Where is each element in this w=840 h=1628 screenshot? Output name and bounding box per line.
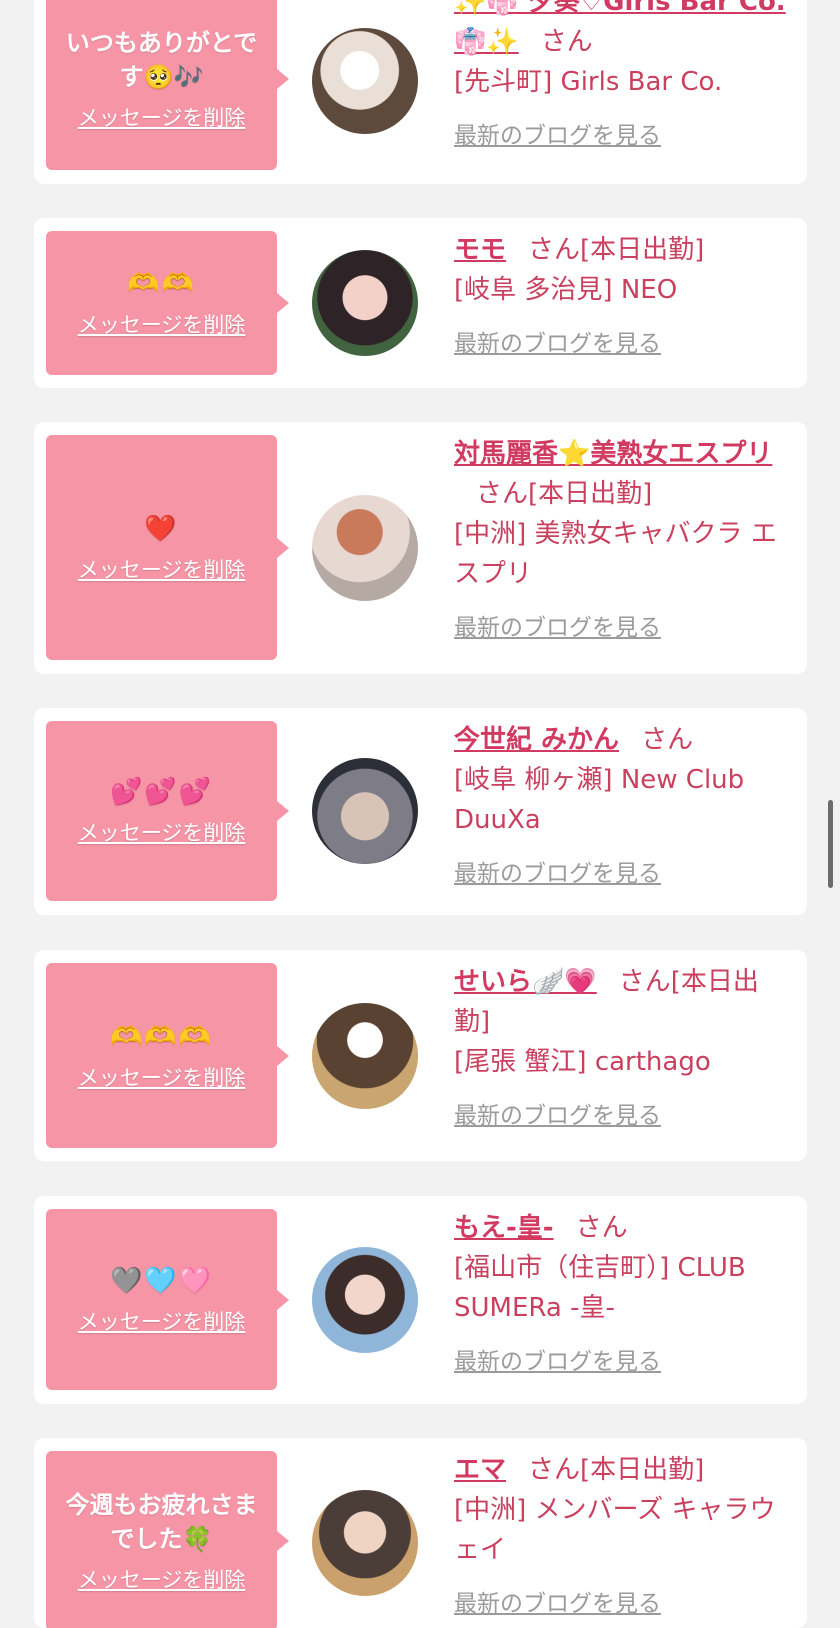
cast-name-link[interactable]: もえ-皇- — [454, 1213, 554, 1243]
message-bubble: ❤️ メッセージを削除 — [46, 435, 289, 660]
message-card: 今週もお疲れさまでした🍀 メッセージを削除 エマ さん[本日出勤] [中洲] メン… — [34, 1438, 807, 1628]
message-card: 🫶🫶🫶 メッセージを削除 せいら🪽💗 さん[本日出勤] [尾張 蟹江] carth… — [34, 950, 807, 1161]
avatar[interactable] — [312, 1003, 418, 1109]
honorific: さん — [540, 27, 593, 57]
delete-message-link[interactable]: メッセージを削除 — [78, 817, 246, 847]
cast-info: もえ-皇- さん [福山市（住吉町）] CLUB SUMERa -皇- 最新のブロ… — [454, 1208, 794, 1382]
shop-name: [中洲] メンバーズ キャラウェイ — [454, 1495, 776, 1565]
avatar[interactable] — [312, 758, 418, 864]
message-text: 💕💕💕 — [109, 777, 214, 807]
cast-name-link[interactable]: ✨👘 夕葵♡Girls Bar Co.👘✨ — [454, 0, 786, 57]
honorific: さん — [618, 967, 671, 997]
cast-name-link[interactable]: せいら🪽💗 — [454, 967, 597, 997]
honorific: さん — [476, 479, 529, 509]
delete-message-link[interactable]: メッセージを削除 — [78, 102, 246, 132]
shop-name: [中洲] 美熟女キャバクラ エスプリ — [454, 519, 777, 589]
cast-info: 対馬麗香⭐美熟女エスプリさん[本日出勤] [中洲] 美熟女キャバクラ エスプリ … — [454, 434, 794, 648]
honorific: さん — [528, 1455, 581, 1485]
latest-blog-link[interactable]: 最新のブログを見る — [454, 608, 661, 648]
latest-blog-link[interactable]: 最新のブログを見る — [454, 854, 661, 894]
message-bubble: いつもありがとです🥺🎶 メッセージを削除 — [46, 0, 289, 170]
message-text: 今週もお疲れさまでした🍀 — [65, 1491, 258, 1553]
cast-info: モモ さん[本日出勤] [岐阜 多治見] NEO 最新のブログを見る — [454, 230, 794, 364]
cast-info: エマ さん[本日出勤] [中洲] メンバーズ キャラウェイ 最新のブログを見る — [454, 1450, 794, 1624]
message-bubble: 🫶🫶 メッセージを削除 — [46, 231, 289, 375]
message-bubble: 🩶🩵🩷 メッセージを削除 — [46, 1209, 289, 1390]
latest-blog-link[interactable]: 最新のブログを見る — [454, 324, 661, 364]
honorific: さん — [528, 235, 581, 265]
avatar[interactable] — [312, 1247, 418, 1353]
cast-name-link[interactable]: モモ — [454, 235, 506, 265]
shop-name: [尾張 蟹江] carthago — [454, 1047, 711, 1077]
latest-blog-link[interactable]: 最新のブログを見る — [454, 1096, 661, 1136]
delete-message-link[interactable]: メッセージを削除 — [78, 1062, 246, 1092]
cast-name-link[interactable]: エマ — [454, 1455, 506, 1485]
message-card: いつもありがとです🥺🎶 メッセージを削除 ✨👘 夕葵♡Girls Bar Co.… — [34, 0, 807, 184]
shop-name: [先斗町] Girls Bar Co. — [454, 67, 723, 97]
attendance-status: [本日出勤] — [580, 1455, 705, 1485]
message-card: ❤️ メッセージを削除 対馬麗香⭐美熟女エスプリさん[本日出勤] [中洲] 美熟… — [34, 422, 807, 674]
message-bubble: 今週もお疲れさまでした🍀 メッセージを削除 — [46, 1451, 289, 1628]
delete-message-link[interactable]: メッセージを削除 — [78, 1564, 246, 1594]
message-card: 🩶🩵🩷 メッセージを削除 もえ-皇- さん [福山市（住吉町）] CLUB SUM… — [34, 1196, 807, 1404]
avatar[interactable] — [312, 495, 418, 601]
message-card: 💕💕💕 メッセージを削除 今世紀 みかん さん [岐阜 柳ヶ瀬] New Club… — [34, 708, 807, 915]
cast-info: 今世紀 みかん さん [岐阜 柳ヶ瀬] New Club DuuXa 最新のブログ… — [454, 720, 794, 894]
cast-info: ✨👘 夕葵♡Girls Bar Co.👘✨ さん [先斗町] Girls Bar … — [454, 0, 794, 156]
shop-name: [岐阜 柳ヶ瀬] New Club DuuXa — [454, 765, 745, 835]
message-text: 🩶🩵🩷 — [109, 1265, 214, 1296]
avatar[interactable] — [312, 250, 418, 356]
latest-blog-link[interactable]: 最新のブログを見る — [454, 1342, 661, 1382]
latest-blog-link[interactable]: 最新のブログを見る — [454, 116, 661, 156]
avatar[interactable] — [312, 1490, 418, 1596]
message-bubble: 🫶🫶🫶 メッセージを削除 — [46, 963, 289, 1148]
shop-name: [岐阜 多治見] NEO — [454, 275, 678, 305]
message-card: 🫶🫶 メッセージを削除 モモ さん[本日出勤] [岐阜 多治見] NEO 最新のブ… — [34, 218, 807, 388]
honorific: さん — [641, 725, 694, 755]
cast-name-link[interactable]: 対馬麗香⭐美熟女エスプリ — [454, 439, 772, 469]
message-text: ❤️ — [144, 513, 179, 544]
delete-message-link[interactable]: メッセージを削除 — [78, 554, 246, 584]
shop-name: [福山市（住吉町）] CLUB SUMERa -皇- — [454, 1253, 746, 1323]
message-text: 🫶🫶 — [127, 269, 196, 299]
attendance-status: [本日出勤] — [580, 235, 705, 265]
message-text: いつもありがとです🥺🎶 — [65, 29, 258, 91]
latest-blog-link[interactable]: 最新のブログを見る — [454, 1584, 661, 1624]
attendance-status: [本日出勤] — [528, 479, 653, 509]
cast-name-link[interactable]: 今世紀 みかん — [454, 725, 619, 755]
avatar[interactable] — [312, 28, 418, 134]
message-text: 🫶🫶🫶 — [109, 1021, 214, 1052]
cast-info: せいら🪽💗 さん[本日出勤] [尾張 蟹江] carthago 最新のブログを見る — [454, 962, 794, 1136]
scrollbar-thumb[interactable] — [828, 800, 833, 888]
delete-message-link[interactable]: メッセージを削除 — [78, 309, 246, 339]
delete-message-link[interactable]: メッセージを削除 — [78, 1306, 246, 1336]
message-bubble: 💕💕💕 メッセージを削除 — [46, 721, 289, 901]
honorific: さん — [575, 1213, 628, 1243]
